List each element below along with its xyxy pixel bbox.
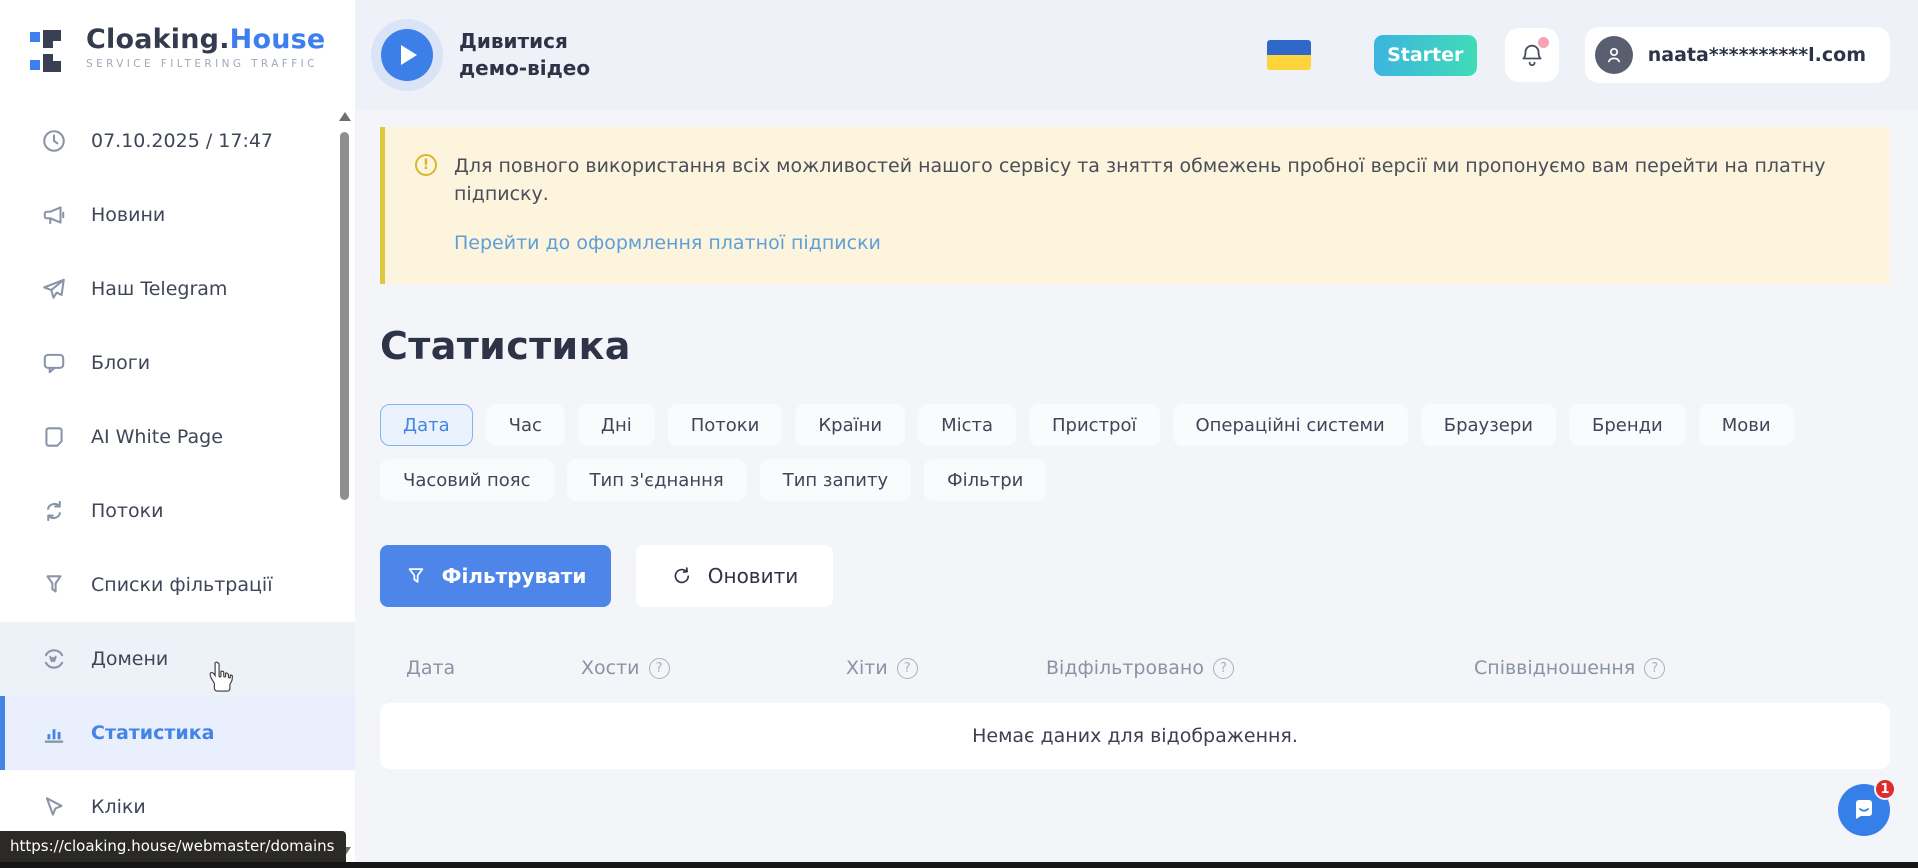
column-header-filtered: Відфільтровано ? <box>1046 657 1474 679</box>
brand-tagline: SERVICE FILTERING TRAFFIC <box>86 59 325 70</box>
sidebar-item-label: Домени <box>91 648 168 670</box>
bar-chart-icon <box>40 720 67 747</box>
person-icon <box>1602 43 1626 67</box>
demo-video-play-button[interactable] <box>381 29 433 81</box>
sidebar-item-label: AI White Page <box>91 426 223 448</box>
brand-logo[interactable]: Cloaking.House SERVICE FILTERING TRAFFIC <box>0 0 355 74</box>
tab-browsers[interactable]: Браузери <box>1421 404 1556 446</box>
sidebar-item-blogs[interactable]: Блоги <box>0 326 355 400</box>
tab-request-type[interactable]: Тип запиту <box>760 459 911 501</box>
empty-state-text: Немає даних для відображення. <box>972 725 1298 747</box>
clock-icon <box>40 128 67 155</box>
streams-loop-icon <box>40 498 67 525</box>
user-email: naata**********l.com <box>1648 44 1866 66</box>
filter-button[interactable]: Фільтрувати <box>380 545 611 607</box>
tab-brands[interactable]: Бренди <box>1569 404 1686 446</box>
sidebar-item-label: Статистика <box>91 722 214 744</box>
brand-name: Cloaking.House <box>86 26 325 53</box>
sidebar: Cloaking.House SERVICE FILTERING TRAFFIC… <box>0 0 355 868</box>
sidebar-item-label: Списки фільтрації <box>91 574 272 596</box>
sidebar-item-filter-lists[interactable]: Списки фільтрації <box>0 548 355 622</box>
warning-icon: ! <box>415 154 437 176</box>
column-header-hits: Хіти ? <box>846 657 1046 679</box>
paper-plane-icon <box>40 276 67 303</box>
tab-cities[interactable]: Міста <box>918 404 1016 446</box>
tab-operating-systems[interactable]: Операційні системи <box>1173 404 1408 446</box>
subscribe-link[interactable]: Перейти до оформлення платної підписки <box>454 232 881 254</box>
tab-timezone[interactable]: Часовий пояс <box>380 459 554 501</box>
trial-warning-banner: ! Для повного використання всіх можливос… <box>380 127 1890 284</box>
tab-devices[interactable]: Пристрої <box>1029 404 1159 446</box>
play-icon <box>401 45 417 65</box>
sidebar-nav: 07.10.2025 / 17:47 Новини Наш Telegram Б… <box>0 104 355 844</box>
brand-logo-icon <box>30 28 74 74</box>
funnel-icon <box>40 572 67 599</box>
sidebar-item-news[interactable]: Новини <box>0 178 355 252</box>
sidebar-item-statistics[interactable]: Статистика <box>0 696 355 770</box>
sidebar-item-streams[interactable]: Потоки <box>0 474 355 548</box>
scrollbar-thumb[interactable] <box>340 132 349 500</box>
chat-smile-icon <box>1850 796 1878 824</box>
tab-date[interactable]: Дата <box>380 404 473 446</box>
tab-connection-type[interactable]: Тип з'єднання <box>567 459 747 501</box>
funnel-icon <box>405 565 427 587</box>
content: ! Для повного використання всіх можливос… <box>355 110 1918 769</box>
tab-time[interactable]: Час <box>486 404 565 446</box>
window-bottom-edge <box>0 862 1918 868</box>
stats-filter-tabs: Дата Час Дні Потоки Країни Міста Пристро… <box>380 404 1860 501</box>
chat-widget-button[interactable]: 1 <box>1838 784 1890 836</box>
tab-countries[interactable]: Країни <box>795 404 905 446</box>
language-flag-ukraine[interactable] <box>1267 40 1311 70</box>
mouse-hand-cursor <box>205 660 235 692</box>
megaphone-icon <box>40 202 67 229</box>
sidebar-item-ai-white-page[interactable]: AI White Page <box>0 400 355 474</box>
refresh-icon <box>671 565 693 587</box>
refresh-button[interactable]: Оновити <box>636 545 833 607</box>
sidebar-item-label: Наш Telegram <box>91 278 227 300</box>
scroll-up-arrow[interactable] <box>339 112 351 121</box>
topbar: Дивитися демо-відео Starter naata*******… <box>355 0 1918 110</box>
help-icon[interactable]: ? <box>897 658 918 679</box>
column-header-ratio: Співвідношення ? <box>1474 657 1665 679</box>
tab-days[interactable]: Дні <box>578 404 655 446</box>
main-area: Дивитися демо-відео Starter naata*******… <box>355 0 1918 868</box>
help-icon[interactable]: ? <box>1644 658 1665 679</box>
column-header-date: Дата <box>406 657 581 679</box>
notifications-button[interactable] <box>1505 28 1559 82</box>
sidebar-item-label: Потоки <box>91 500 163 522</box>
tab-filters[interactable]: Фільтри <box>924 459 1046 501</box>
notification-dot <box>1538 37 1549 48</box>
stats-table-header: Дата Хости ? Хіти ? Відфільтровано ? Спі… <box>380 657 1890 679</box>
tab-languages[interactable]: Мови <box>1699 404 1794 446</box>
cursor-icon <box>40 794 67 821</box>
sidebar-scrollbar[interactable] <box>338 104 350 868</box>
actions-row: Фільтрувати Оновити <box>380 545 1890 607</box>
chat-bubble-icon <box>40 350 67 377</box>
page-title: Статистика <box>380 324 1890 368</box>
domain-globe-icon <box>40 646 67 673</box>
tab-streams[interactable]: Потоки <box>668 404 783 446</box>
chat-unread-badge: 1 <box>1874 778 1896 800</box>
empty-state-card: Немає даних для відображення. <box>380 703 1890 769</box>
status-bar-url: https://cloaking.house/webmaster/domains <box>0 831 346 862</box>
sidebar-item-telegram[interactable]: Наш Telegram <box>0 252 355 326</box>
help-icon[interactable]: ? <box>1213 658 1234 679</box>
column-header-hosts: Хости ? <box>581 657 846 679</box>
sidebar-item-label: 07.10.2025 / 17:47 <box>91 130 273 152</box>
banner-message: Для повного використання всіх можливосте… <box>454 153 1854 208</box>
sidebar-item-datetime[interactable]: 07.10.2025 / 17:47 <box>0 104 355 178</box>
sidebar-item-label: Кліки <box>91 796 146 818</box>
user-account-button[interactable]: naata**********l.com <box>1585 27 1890 83</box>
sidebar-item-domains[interactable]: Домени <box>0 622 355 696</box>
help-icon[interactable]: ? <box>649 658 670 679</box>
demo-video-label[interactable]: Дивитися демо-відео <box>459 28 619 82</box>
sidebar-item-label: Новини <box>91 204 165 226</box>
avatar <box>1595 36 1633 74</box>
plan-badge-button[interactable]: Starter <box>1374 35 1477 76</box>
page-icon <box>40 424 67 451</box>
sidebar-item-label: Блоги <box>91 352 150 374</box>
